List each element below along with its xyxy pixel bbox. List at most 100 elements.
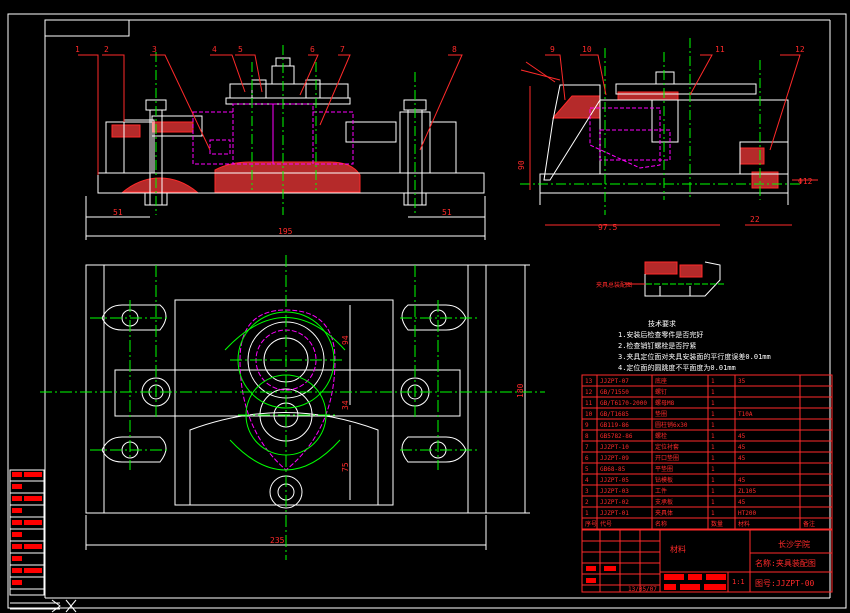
drawing-date: 13/05/07 [628, 586, 657, 593]
bom-cell-code: GB/T6170-2000 [600, 400, 647, 407]
bom-cell-code: GB/71550 [600, 389, 629, 396]
bom-cell-no: 9 [585, 422, 589, 429]
front-dim-overall: 195 [278, 227, 293, 236]
bom-cell-code: JJZPT-03 [600, 488, 629, 495]
bom-header-no: 序号 [585, 520, 597, 528]
plan-dim-height: 180 [516, 383, 525, 398]
drawing-scale: 1:1 [732, 578, 745, 586]
ucs-icon [10, 599, 77, 613]
bom-cell-qty: 1 [711, 378, 715, 385]
plan-dim-c: 75 [341, 462, 350, 472]
bom-cell-mat: 45 [738, 455, 746, 462]
bom-cell-mat: 45 [738, 477, 746, 484]
plan-view: 94 34 75 180 235 [40, 255, 545, 560]
drawing-name: 名称:夹具装配图 [755, 558, 816, 568]
bom-header-code: 代号 [600, 520, 612, 528]
bom-cell-name: 垫圈 [655, 410, 667, 418]
bom-header-name: 名称 [655, 520, 667, 528]
detail-label: 夹具总装配图 [596, 281, 632, 289]
bom-cell-qty: 1 [711, 444, 715, 451]
bom-cell-no: 12 [585, 389, 593, 396]
front-part-3: 3 [152, 45, 157, 54]
bom-header-mat: 材料 [738, 520, 750, 528]
bom-cell-qty: 1 [711, 488, 715, 495]
school-name: 长沙学院 [778, 539, 810, 549]
side-dim-width: 97.5 [598, 223, 617, 232]
bom-cell-name: 螺栓 [655, 432, 667, 440]
front-part-8: 8 [452, 45, 457, 54]
material-label: 材料 [670, 544, 686, 554]
bom-cell-no: 4 [585, 477, 589, 484]
bom-cell-mat: 45 [738, 433, 746, 440]
bom-cell-qty: 1 [711, 466, 715, 473]
bom-cell-code: JJZPT-10 [600, 444, 629, 451]
bom-cell-code: JJZPT-05 [600, 477, 629, 484]
bom-header-note: 备注 [803, 520, 815, 528]
side-dim-height: 90 [517, 160, 526, 170]
front-dim-right: 51 [442, 208, 452, 217]
drawing-number: 图号:JJZPT-00 [755, 579, 815, 588]
tech-item-4: 4.定位面的圆跳度不平面度为0.01mm [618, 363, 736, 372]
bom-cell-code: GB/T1685 [600, 411, 629, 418]
front-part-1: 1 [75, 45, 80, 54]
technical-requirements: 技术要求 1.安装后检查零件是否完好 2.检查销钉螺栓是否拧紧 3.夹具定位面对… [618, 319, 771, 372]
bom-cell-name: 螺钉 [655, 388, 667, 396]
bom-cell-name: 钻模板 [655, 476, 673, 484]
bom-header-qty: 数量 [711, 520, 723, 528]
bom-cell-name: 工件 [655, 487, 667, 495]
side-part-11: 11 [715, 45, 725, 54]
title-block: 长沙学院 材料 名称:夹具装配图 图号:JJZPT-00 1:1 13/05/0… [581, 529, 833, 593]
tech-item-2: 2.检查销钉螺栓是否拧紧 [618, 341, 696, 350]
bom-cell-qty: 1 [711, 477, 715, 484]
side-part-12: 12 [795, 45, 805, 54]
bom-cell-no: 1 [585, 510, 589, 517]
side-view: 9 10 11 12 90 97.5 22 Φ12 [517, 38, 818, 232]
side-part-9: 9 [550, 45, 555, 54]
bom-cell-qty: 1 [711, 400, 715, 407]
bom-cell-no: 5 [585, 466, 589, 473]
bom-cell-code: JJZPT-02 [600, 499, 629, 506]
plan-dim-a: 94 [341, 335, 350, 345]
front-part-4: 4 [212, 45, 217, 54]
front-part-7: 7 [340, 45, 345, 54]
bom-cell-no: 2 [585, 499, 589, 506]
side-dim-right: 22 [750, 215, 760, 224]
bom-cell-no: 3 [585, 488, 589, 495]
tech-item-1: 1.安装后检查零件是否完好 [618, 330, 703, 339]
front-part-2: 2 [104, 45, 109, 54]
bom-cell-qty: 1 [711, 422, 715, 429]
bom-cell-no: 10 [585, 411, 593, 418]
front-dim-left: 51 [113, 208, 123, 217]
bom-cell-code: GB68-85 [600, 466, 626, 473]
bom-cell-no: 6 [585, 455, 589, 462]
bom-cell-code: JJZPT-07 [600, 378, 629, 385]
bom-cell-name: 定位衬套 [655, 443, 679, 451]
bom-cell-mat: HT200 [738, 510, 756, 517]
bom-cell-qty: 1 [711, 510, 715, 517]
bom-cell-name: 圆柱销6x30 [655, 421, 688, 429]
left-strip [9, 469, 45, 596]
tech-item-3: 3.夹具定位面对夹具安装面的平行度误差0.01mm [618, 352, 771, 361]
bom-cell-code: JJZPT-01 [600, 510, 629, 517]
bill-of-materials: 13 JJZPT-07 底座 1 3512 GB/71550 螺钉 111 GB/T6170-2… [581, 374, 833, 530]
side-part-10: 10 [582, 45, 592, 54]
tech-title: 技术要求 [648, 319, 676, 328]
bom-cell-mat: 45 [738, 499, 746, 506]
front-view: 1 2 3 4 5 6 7 8 51 51 195 [75, 45, 486, 240]
plan-dim-overall: 235 [270, 536, 285, 545]
bom-cell-mat: 45 [738, 444, 746, 451]
bom-cell-qty: 1 [711, 455, 715, 462]
bom-cell-qty: 1 [711, 411, 715, 418]
bom-cell-mat: T10A [738, 411, 753, 418]
front-part-6: 6 [310, 45, 315, 54]
bom-cell-qty: 1 [711, 433, 715, 440]
bom-cell-no: 13 [585, 378, 593, 385]
detail-section: 夹具总装配图 [596, 261, 725, 297]
bom-cell-no: 11 [585, 400, 593, 407]
front-part-5: 5 [238, 45, 243, 54]
bom-cell-name: 开口垫圈 [655, 454, 679, 462]
side-dim-hole: Φ12 [798, 177, 813, 186]
bom-cell-name: 夹具体 [655, 509, 673, 517]
bom-cell-code: GB5782-86 [600, 433, 633, 440]
bom-cell-mat: 35 [738, 378, 746, 385]
